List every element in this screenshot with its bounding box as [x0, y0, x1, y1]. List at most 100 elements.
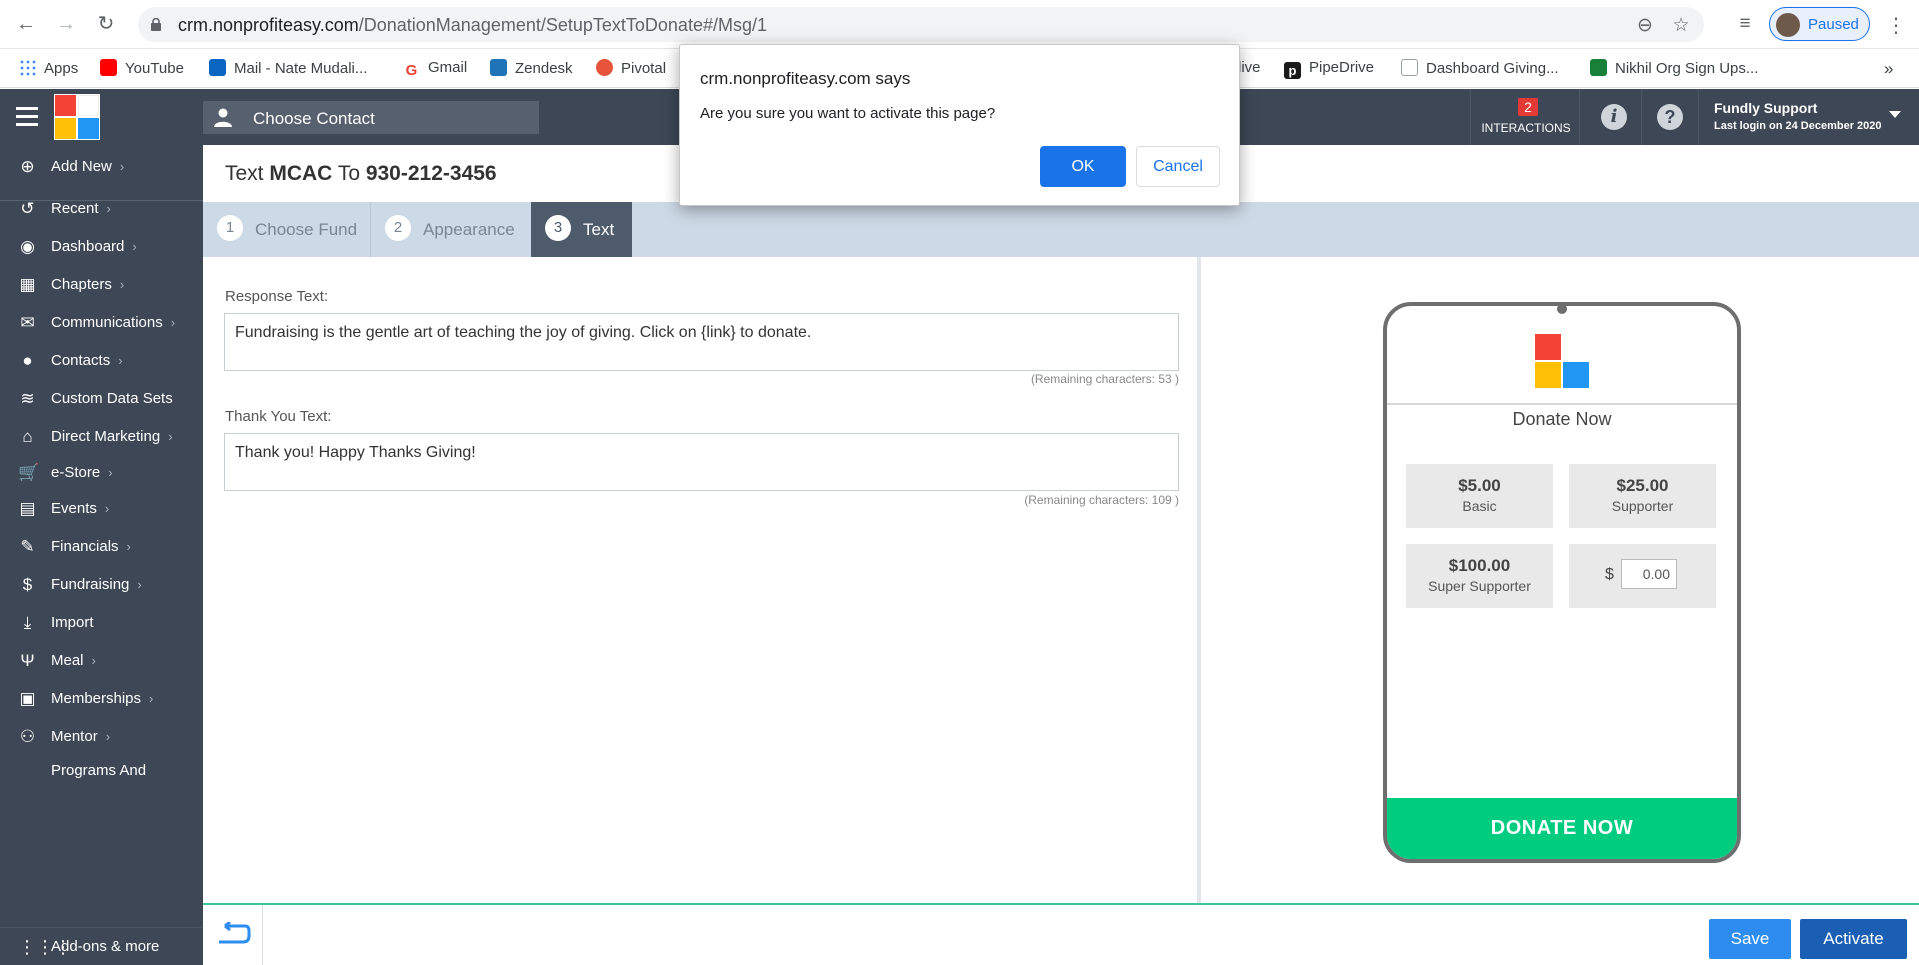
zoom-icon[interactable]: ⊖ — [1633, 14, 1657, 38]
outlook-icon — [209, 59, 226, 76]
donate-now-button[interactable]: DONATE NOW — [1387, 798, 1737, 859]
palette-icon: ◉ — [20, 237, 35, 256]
excel-icon — [1590, 59, 1607, 76]
address-bar[interactable]: crm.nonprofiteasy.com/DonationManagement… — [138, 7, 1704, 42]
download-icon: ⤓ — [23, 613, 32, 632]
grid-icon: ▦ — [19, 275, 36, 294]
star-icon[interactable]: ☆ — [1669, 14, 1693, 38]
chevron-right-icon: › — [137, 577, 142, 592]
pipedrive-icon: p — [1284, 62, 1301, 79]
chevron-right-icon: › — [91, 653, 96, 668]
return-arrow-icon — [219, 922, 251, 944]
save-button[interactable]: Save — [1709, 919, 1791, 959]
document-icon — [1401, 59, 1418, 76]
preview-title: Donate Now — [1512, 409, 1612, 429]
chevron-right-icon: › — [149, 691, 154, 706]
history-icon: ↺ — [20, 199, 35, 218]
chevron-down-icon[interactable] — [1889, 111, 1901, 118]
user-icon — [214, 108, 232, 127]
bookmark-pipedrive[interactable]: p PipeDrive — [1284, 59, 1374, 79]
chevron-right-icon: › — [106, 201, 111, 216]
people-icon: ⚇ — [19, 727, 36, 746]
response-text-label: Response Text: — [225, 288, 329, 305]
response-remaining-chars: (Remaining characters: 53 ) — [1030, 372, 1179, 386]
money-icon: ✎ — [20, 537, 35, 556]
bookmark-nikhil-org[interactable]: Nikhil Org Sign Ups... — [1590, 59, 1758, 79]
page-title: Text MCAC To 930-212-3456 — [225, 162, 497, 185]
zendesk-icon — [490, 59, 507, 76]
thankyou-remaining-chars: (Remaining characters: 109 ) — [1024, 493, 1179, 507]
profile-status: Paused — [1808, 16, 1859, 33]
bookmark-gmail[interactable]: G Gmail — [403, 59, 467, 79]
bookmarks-overflow[interactable]: » — [1884, 59, 1893, 79]
home-icon: ⌂ — [22, 427, 33, 446]
preview-logo — [1535, 334, 1591, 390]
pivotal-icon — [596, 59, 613, 76]
chevron-right-icon: › — [108, 465, 113, 480]
user-icon: ● — [22, 351, 33, 370]
text-form-panel: Response Text: Fundraising is the gentle… — [203, 257, 1201, 903]
amount-option-super-supporter[interactable]: $100.00 Super Supporter — [1406, 544, 1553, 608]
sidebar-item-add-new[interactable]: ⊕ Add New › — [0, 145, 203, 189]
url-text: crm.nonprofiteasy.com/DonationManagement… — [178, 15, 767, 35]
activate-button[interactable]: Activate — [1800, 919, 1907, 959]
user-name[interactable]: Fundly Support — [1714, 100, 1817, 116]
bookmark-youtube[interactable]: YouTube — [100, 59, 184, 79]
google-icon: G — [403, 62, 420, 79]
back-button[interactable] — [203, 905, 263, 965]
bookmark-zendesk[interactable]: Zendesk — [490, 59, 573, 79]
cart-icon: 🛒 — [18, 463, 40, 482]
choose-contact-field[interactable]: Choose Contact — [203, 101, 539, 134]
bookmark-apps[interactable]: Apps — [19, 59, 78, 79]
chevron-right-icon: › — [119, 277, 125, 292]
help-icon[interactable]: ? — [1657, 104, 1683, 130]
avatar — [1776, 13, 1800, 37]
moneybag-icon: $ — [22, 575, 33, 594]
profile-button[interactable]: Paused — [1769, 7, 1870, 41]
more-menu-icon[interactable]: ⋮ — [1886, 13, 1906, 38]
envelope-icon: ✉ — [20, 313, 35, 332]
hamburger-menu-icon[interactable] — [16, 107, 38, 127]
chevron-right-icon: › — [105, 729, 111, 744]
dialog-ok-button[interactable]: OK — [1040, 146, 1126, 187]
org-logo[interactable] — [54, 94, 100, 140]
wizard-steps: 1 Choose Fund 2 Appearance 3 Text — [203, 202, 1919, 257]
layers-icon: ≋ — [20, 389, 35, 408]
bookmark-dashboard-giving[interactable]: Dashboard Giving... — [1401, 59, 1559, 79]
media-control-icon[interactable]: ≡ — [1733, 12, 1757, 36]
amount-option-basic[interactable]: $5.00 Basic — [1406, 464, 1553, 528]
response-text-input[interactable]: Fundraising is the gentle art of teachin… — [224, 313, 1179, 371]
mobile-preview: Donate Now $5.00 Basic $25.00 Supporter $1… — [1383, 302, 1741, 863]
utensils-icon: Ψ — [20, 651, 35, 670]
thankyou-text-input[interactable]: Thank you! Happy Thanks Giving! — [224, 433, 1179, 491]
info-icon[interactable]: i — [1601, 104, 1627, 130]
dialog-message: Are you sure you want to activate this p… — [700, 105, 996, 122]
interactions-button[interactable]: 2 INTERACTIONS — [1470, 89, 1580, 145]
back-arrow-icon[interactable]: ← — [11, 9, 41, 39]
plus-circle-icon: ⊕ — [20, 157, 35, 176]
last-login-text: Last login on 24 December 2020 — [1714, 120, 1882, 132]
chevron-right-icon: › — [126, 539, 131, 554]
step-appearance[interactable]: 2 Appearance — [371, 202, 534, 257]
custom-amount-input[interactable]: 0.00 — [1621, 559, 1677, 589]
thankyou-text-label: Thank You Text: — [225, 408, 332, 425]
amount-option-custom: $ 0.00 — [1569, 544, 1716, 608]
amount-option-supporter[interactable]: $25.00 Supporter — [1569, 464, 1716, 528]
chevron-right-icon: › — [170, 315, 176, 330]
confirm-dialog: crm.nonprofiteasy.com says Are you sure … — [679, 44, 1240, 206]
reload-icon[interactable]: ↻ — [91, 9, 121, 39]
bookmark-live[interactable]: live — [1238, 59, 1261, 79]
id-card-icon: ▣ — [19, 689, 36, 708]
interactions-count-badge: 2 — [1518, 98, 1538, 116]
apps-grid-icon — [19, 59, 36, 76]
chevron-right-icon: › — [119, 159, 125, 174]
chevron-right-icon: › — [104, 501, 110, 516]
step-text[interactable]: 3 Text — [531, 202, 632, 257]
sidebar-item-programs-and[interactable]: Programs And — [0, 749, 203, 793]
bookmark-mail[interactable]: Mail - Nate Mudali... — [209, 59, 367, 79]
bookmark-pivotal[interactable]: Pivotal — [596, 59, 666, 79]
addons-menu[interactable]: ⋮⋮⋮ Add-ons & more — [0, 927, 203, 965]
dialog-cancel-button[interactable]: Cancel — [1136, 146, 1220, 187]
forward-arrow-icon[interactable]: → — [51, 9, 81, 39]
step-choose-fund[interactable]: 1 Choose Fund — [203, 202, 370, 257]
